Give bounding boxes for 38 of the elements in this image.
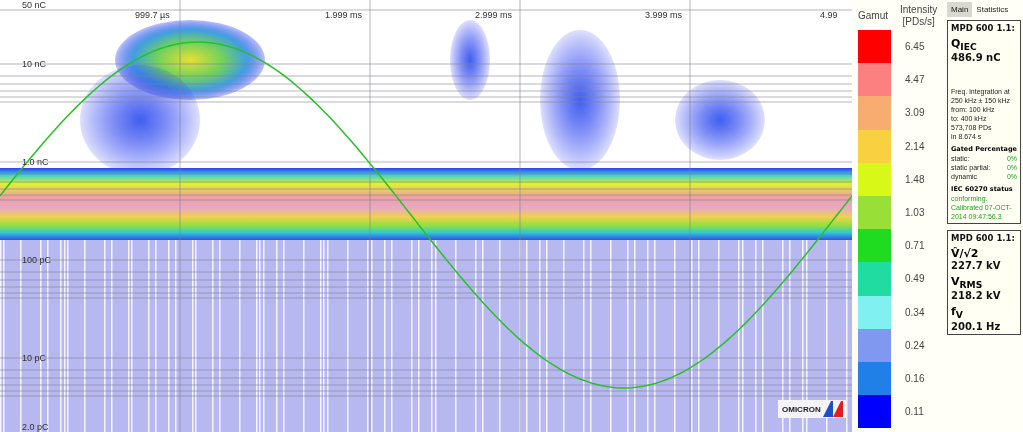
intensity-value: 0.71	[905, 240, 925, 252]
reading-value: 218.2 kV	[951, 290, 1002, 302]
reading-value: 227.7 kV	[951, 260, 1002, 272]
axis-label: 50 nC	[22, 0, 47, 10]
axis-label: 1.999 ms	[325, 10, 363, 20]
quantity-label: V̂/√2	[951, 247, 980, 261]
logo-text: OMICRON	[782, 404, 821, 414]
tab[interactable]: Statistics	[972, 2, 1013, 17]
intensity-value: 0.11	[905, 406, 924, 418]
intensity-value: 2.14	[905, 140, 925, 152]
intensity-value: 4.47	[905, 74, 925, 86]
gamut-title: Gamut	[857, 9, 889, 23]
intensity-value: 6.45	[905, 41, 925, 53]
quantity-label: f$_{V}$	[951, 305, 964, 321]
quantity-label: Q$_{IEC}$	[951, 37, 978, 53]
axis-label: 999.7 µs	[135, 10, 170, 20]
axis-label: 3.999 ms	[645, 10, 683, 20]
panel-title: MPD 600 1.1:	[951, 233, 1016, 244]
axis-label: 100 pC	[22, 255, 52, 265]
intensity-value: 0.34	[905, 306, 925, 318]
intensity-value: 3.09	[905, 107, 925, 119]
intensity-value: 0.49	[905, 273, 925, 285]
axis-label: 2.0 pC	[22, 422, 49, 432]
tab[interactable]: Main	[947, 2, 973, 17]
intensity-value: 0.16	[905, 372, 925, 384]
axis-label: 4.99	[820, 10, 838, 20]
intensity-value: 1.48	[905, 173, 925, 185]
axis-label: 10 pC	[22, 353, 47, 363]
panel-title: MPD 600 1.1:	[951, 23, 1016, 33]
intensity-title: Intensity [PDs/s]	[900, 4, 938, 29]
charge-value: 486.9 nC	[951, 52, 1002, 64]
quantity-label: V$_{RMS}$	[951, 275, 984, 291]
intensity-value: 1.03	[905, 207, 925, 219]
axis-label: 2.999 ms	[475, 10, 513, 20]
reading-value: 200.1 Hz	[951, 320, 1002, 332]
logo-icon	[822, 401, 843, 417]
intensity-value: 0.24	[905, 339, 925, 351]
axis-label: 10 nC	[22, 59, 47, 69]
